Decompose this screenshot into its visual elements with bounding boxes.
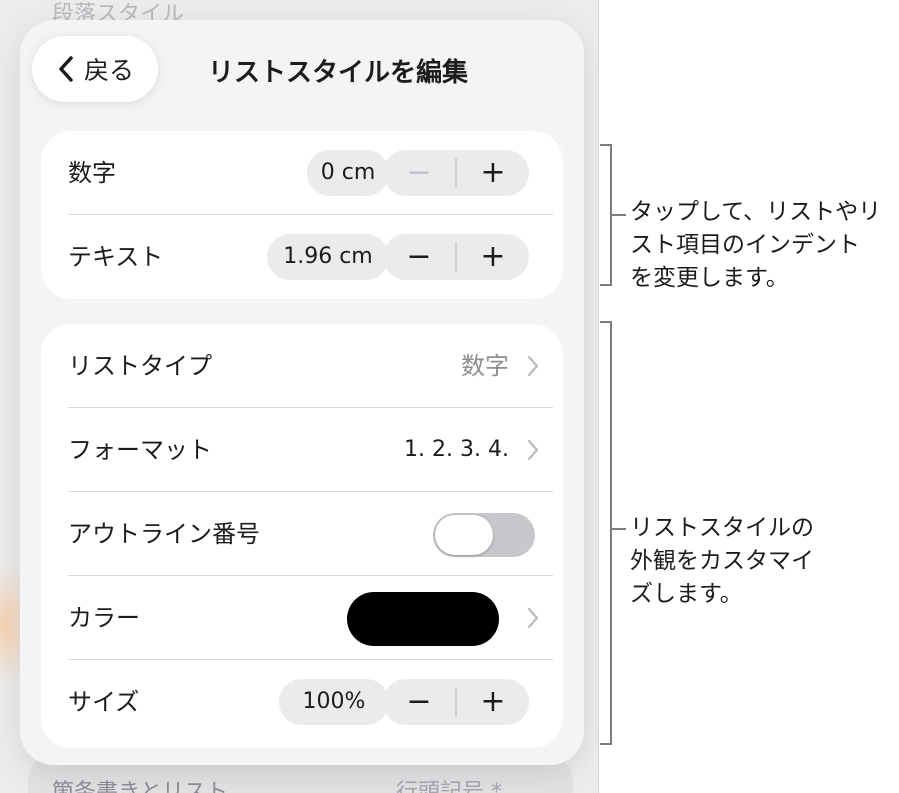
list-style-card: リストタイプ 数字 フォーマット 1. 2. 3. 4. アウトライン番号 カラ… (41, 324, 563, 748)
number-indent-value[interactable]: 0 cm (307, 150, 389, 196)
chevron-right-icon (527, 355, 539, 377)
size-row: サイズ 100% − + (41, 660, 563, 744)
indent-callout-line (612, 214, 626, 216)
style-callout-text: リストスタイルの 外観をカスタマイ ズします。 (630, 515, 814, 607)
number-indent-decrease-button[interactable]: − (383, 150, 455, 196)
text-indent-row: テキスト 1.96 cm − + (41, 215, 563, 299)
chevron-left-icon (59, 56, 73, 82)
size-stepper: − + (383, 679, 529, 725)
outline-numbering-row: アウトライン番号 (41, 492, 563, 576)
size-value[interactable]: 100% (279, 679, 389, 725)
style-callout-bracket (600, 321, 612, 745)
text-indent-value[interactable]: 1.96 cm (267, 234, 389, 280)
indent-callout-bracket (600, 144, 612, 286)
color-swatch[interactable] (347, 592, 499, 646)
outline-numbering-label: アウトライン番号 (68, 520, 260, 548)
format-value: 1. 2. 3. 4. (404, 437, 509, 462)
number-indent-label: 数字 (68, 159, 116, 187)
list-type-row[interactable]: リストタイプ 数字 (41, 324, 563, 408)
color-label: カラー (68, 604, 140, 632)
list-type-label: リストタイプ (68, 352, 212, 380)
text-indent-stepper: − + (383, 234, 529, 280)
chevron-right-icon (527, 439, 539, 461)
format-row[interactable]: フォーマット 1. 2. 3. 4. (41, 408, 563, 492)
size-increase-button[interactable]: + (457, 679, 529, 725)
number-indent-row: 数字 0 cm − + (41, 131, 563, 215)
background-bullets-label: 箇条書きとリスト (52, 780, 229, 793)
format-label: フォーマット (68, 436, 212, 464)
edit-list-style-sheet: 戻る リストスタイルを編集 数字 0 cm − + テキスト 1.96 cm − (20, 20, 584, 765)
style-callout-line (612, 528, 626, 530)
size-label: サイズ (68, 688, 140, 716)
outline-numbering-toggle[interactable] (433, 513, 535, 557)
indent-card: 数字 0 cm − + テキスト 1.96 cm − + (41, 131, 563, 299)
back-button-label: 戻る (83, 56, 134, 85)
sheet-title: リストスタイルを編集 (208, 58, 469, 88)
text-indent-label: テキスト (68, 243, 164, 271)
list-type-value: 数字 (461, 352, 509, 380)
indent-callout-text: タップして、リストやリ スト項目のインデント を変更します。 (630, 199, 882, 291)
text-indent-increase-button[interactable]: + (457, 234, 529, 280)
background-bullets-value: 行頭記号 * (396, 780, 502, 793)
color-row[interactable]: カラー (41, 576, 563, 660)
size-decrease-button[interactable]: − (383, 679, 455, 725)
ipad-screen: 段落スタイル 箇条書きとリスト 行頭記号 * 戻る リストスタイルを編集 数字 … (0, 0, 599, 793)
toggle-knob (435, 515, 493, 555)
back-button[interactable]: 戻る (32, 36, 158, 102)
number-indent-stepper: − + (383, 150, 529, 196)
number-indent-increase-button[interactable]: + (457, 150, 529, 196)
chevron-right-icon (527, 607, 539, 629)
text-indent-decrease-button[interactable]: − (383, 234, 455, 280)
